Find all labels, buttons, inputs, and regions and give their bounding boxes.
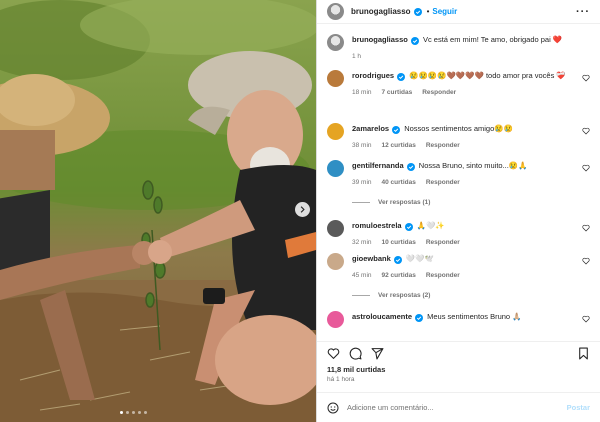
comment-item: 2amarelos Nossos sentimentos amigo😢😢 38 … [327,123,590,160]
caption-username[interactable]: brunogagliasso [352,35,408,44]
commenter-username[interactable]: 2amarelos [352,124,389,133]
follow-button[interactable]: Seguir [432,7,457,16]
reply-button[interactable]: Responder [426,237,460,248]
replies-line [352,202,370,203]
post-header: brunogagliasso • Seguir ··· [317,0,600,24]
post-time: há 1 hora [327,376,355,383]
post-comment-button[interactable]: Postar [567,403,590,412]
comment-text: 🤍🤍🕊️ [405,254,434,263]
reply-button[interactable]: Responder [426,140,460,151]
verified-badge-icon [397,72,406,81]
heart-icon[interactable] [582,127,590,135]
carousel-dot [144,411,147,414]
share-icon[interactable] [371,347,384,360]
commenter-avatar[interactable] [327,160,344,177]
view-replies-button[interactable]: Ver respostas (2) [352,292,590,299]
comments-list: brunogagliasso Vc está em mim! Te amo, o… [317,24,600,341]
carousel-indicator [120,411,147,414]
comment-icon[interactable] [349,347,362,360]
author-avatar[interactable] [327,34,344,51]
verified-badge-icon [415,313,424,322]
commenter-avatar[interactable] [327,70,344,87]
comment-item: gentilfernanda Nossa Bruno, sinto muito.… [327,160,590,190]
carousel-dot [126,411,129,414]
comment-text: Nossos sentimentos amigo😢😢 [404,124,513,133]
comment-time: 45 min [352,272,372,279]
next-photo-button[interactable] [295,202,310,217]
author-avatar[interactable] [327,3,344,20]
comment-time: 18 min [352,89,372,96]
verified-badge-icon [406,162,415,171]
commenter-username[interactable]: gentilfernanda [352,161,404,170]
carousel-dot [138,411,141,414]
heart-icon[interactable] [582,74,590,82]
comment-input[interactable] [347,403,567,412]
heart-icon[interactable] [582,164,590,172]
carousel-dot-active [120,411,123,414]
comment-text: Meus sentimentos Bruno 🙏🏼 [427,312,522,321]
post-actions [317,341,600,365]
reply-button[interactable]: Responder [426,177,460,188]
header-separator: • [426,7,430,16]
comment-item: gioewbank 🤍🤍🕊️ 45 min 92 curtidas Responde… [327,253,590,283]
verified-badge-icon [393,255,402,264]
photo-scene [0,0,316,422]
heart-icon[interactable] [327,347,340,360]
post-side-panel: brunogagliasso • Seguir ··· brunogaglias… [316,0,600,422]
commenter-avatar[interactable] [327,220,344,237]
more-options-button[interactable]: ··· [576,6,590,18]
author-username[interactable]: brunogagliasso [351,7,411,16]
comment-likes[interactable]: 10 curtidas [382,237,416,248]
reply-button[interactable]: Responder [422,87,456,98]
comment-text: Nossa Bruno, sinto muito...😢🙏 [418,161,528,170]
comment-likes[interactable]: 40 curtidas [382,177,416,188]
carousel-dot [132,411,135,414]
reply-button[interactable]: Responder [426,270,460,281]
chevron-right-icon [300,206,305,213]
commenter-avatar[interactable] [327,311,344,328]
commenter-avatar[interactable] [327,123,344,140]
comment-item: rorodrigues 😢😢😢😢🤎🤎🤎🤎 todo amor pra vocês… [327,70,590,123]
caption-text: Vc está em mim! Te amo, obrigado pai ❤️ [422,35,563,44]
replies-line [352,295,370,296]
commenter-username[interactable]: gioewbank [352,254,391,263]
verified-badge-icon [410,36,419,45]
likes-count[interactable]: 11,8 mil curtidas [317,365,600,374]
heart-icon[interactable] [582,315,590,323]
save-icon[interactable] [577,347,590,360]
comment-time: 32 min [352,239,372,246]
verified-badge-icon [413,8,422,16]
verified-badge-icon [404,222,413,231]
comment-text: 😢😢😢😢🤎🤎🤎🤎 todo amor pra vocês ❤️‍🩹 [409,71,566,80]
heart-icon[interactable] [582,257,590,265]
comment-item: astroloucamente Meus sentimentos Bruno 🙏… [327,311,590,331]
add-comment-bar: Postar [317,392,600,422]
commenter-username[interactable]: romuloestrela [352,221,402,230]
comment-text: 🙏🤍✨ [416,221,445,230]
heart-icon[interactable] [582,224,590,232]
commenter-avatar[interactable] [327,253,344,270]
comment-likes[interactable]: 7 curtidas [382,87,413,98]
commenter-username[interactable]: rorodrigues [352,71,394,80]
view-replies-label[interactable]: Ver respostas (1) [378,199,430,206]
view-replies-button[interactable]: Ver respostas (1) [352,199,590,206]
post-caption: brunogagliasso Vc está em mim! Te amo, o… [327,34,590,70]
commenter-username[interactable]: astroloucamente [352,312,412,321]
verified-badge-icon [392,125,401,134]
view-replies-label[interactable]: Ver respostas (2) [378,292,430,299]
comment-time: 38 min [352,142,372,149]
comment-item: romuloestrela 🙏🤍✨ 32 min 10 curtidas Respo… [327,220,590,253]
emoji-icon[interactable] [327,402,339,414]
comment-likes[interactable]: 12 curtidas [382,140,416,151]
comment-likes[interactable]: 92 curtidas [382,270,416,281]
caption-time: 1 h [352,53,362,60]
post-photo[interactable] [0,0,316,422]
comment-time: 39 min [352,179,372,186]
post-modal: brunogagliasso • Seguir ··· brunogaglias… [0,0,600,422]
